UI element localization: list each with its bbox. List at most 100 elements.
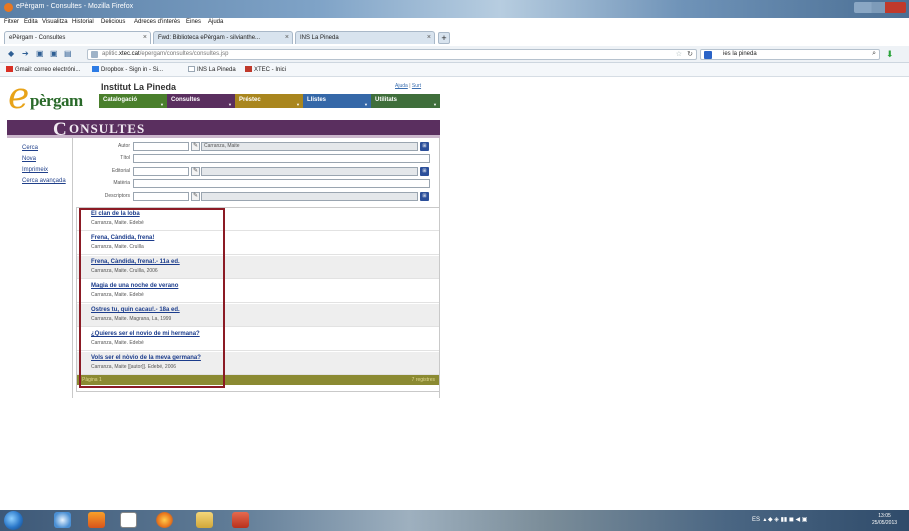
result-meta: Carranza, Maite. Cruïlla, 2006 — [91, 268, 158, 274]
autor-value[interactable]: Carranza, Maite — [201, 142, 418, 151]
side-nova[interactable]: Nova — [22, 156, 67, 163]
menu-visualitza[interactable]: Visualitza — [42, 19, 68, 25]
close-icon[interactable]: × — [143, 34, 147, 41]
side-menu: Cerca Nova Imprimeix Cerca avançada — [22, 145, 67, 189]
pencil-icon[interactable]: ✎ — [191, 192, 200, 201]
navigation-bar: ◆ ➔ ▣ ▣ ▤ aplitic.xtec.cat/epergam/consu… — [0, 46, 909, 63]
autor-input[interactable] — [133, 142, 189, 151]
language-indicator[interactable]: ES — [752, 517, 760, 523]
titol-input[interactable] — [133, 154, 430, 163]
url-text: aplitic.xtec.cat/epergam/consultes/consu… — [102, 51, 229, 57]
page-icon — [188, 66, 195, 72]
app-icon[interactable] — [120, 512, 137, 528]
lookup-icon[interactable]: ⊞ — [420, 192, 429, 201]
epergam-logo[interactable]: e pèrgam — [8, 76, 100, 117]
bookmark-icon[interactable]: ▣ — [50, 49, 58, 58]
back-icon[interactable]: ◆ — [8, 49, 14, 58]
search-bar[interactable]: ies la pineda ⌕ — [700, 49, 880, 60]
close-icon[interactable]: × — [285, 34, 289, 41]
home-icon[interactable]: ▣ — [36, 49, 44, 58]
main-nav: Catalogació ▼ Consultes ▼ Préstec ▼ Llistes… — [99, 94, 440, 108]
result-title[interactable]: Magia de una noche de verano — [91, 283, 178, 289]
result-meta: Carranza, Maite [[autor]]. Edebé, 2006 — [91, 364, 177, 370]
result-row: El clan de la loba Carranza, Maite. Edeb… — [77, 208, 439, 231]
result-meta: Carranza, Maite. Cruïlla — [91, 244, 144, 250]
autor-label: Autor — [118, 143, 130, 149]
star-icon[interactable]: ☆ — [676, 50, 682, 58]
editorial-value[interactable] — [201, 167, 418, 176]
tab-epergam[interactable]: ePèrgam - Consultes × — [4, 31, 151, 44]
result-row: Frena, Càndida, frena! Carranza, Maite. … — [77, 232, 439, 255]
lookup-icon[interactable]: ⊞ — [420, 167, 429, 176]
tab-ins-la-pineda[interactable]: INS La Pineda × — [295, 31, 435, 44]
menu-fitxer[interactable]: Fitxer — [4, 19, 19, 25]
address-bar[interactable]: aplitic.xtec.cat/epergam/consultes/consu… — [87, 49, 697, 60]
results-footer: Pàgina 1 7 registres — [77, 375, 439, 385]
vlc-icon[interactable] — [88, 512, 105, 528]
row-titol: Títol — [76, 154, 440, 163]
tab-label: INS La Pineda — [300, 35, 339, 41]
logout-link[interactable]: Surt — [412, 83, 421, 89]
reload-icon[interactable]: ↻ — [687, 50, 693, 58]
editorial-input[interactable] — [133, 167, 189, 176]
menu-historial[interactable]: Historial — [72, 19, 94, 25]
menu-edita[interactable]: Edita — [24, 19, 38, 25]
pencil-icon[interactable]: ✎ — [191, 167, 200, 176]
pencil-icon[interactable]: ✎ — [191, 142, 200, 151]
firefox-taskbar-icon[interactable] — [156, 512, 173, 528]
bookmark-ins-la-pineda[interactable]: INS La Pineda — [188, 66, 236, 73]
row-materia: Matèria — [76, 179, 440, 188]
result-meta: Carranza, Maite. Edebé — [91, 292, 144, 298]
bookmark-dropbox[interactable]: Dropbox - Sign in - Si... — [92, 66, 163, 73]
nav-catalogacio[interactable]: Catalogació ▼ — [99, 94, 167, 108]
forward-icon[interactable]: ➔ — [22, 49, 29, 58]
menu-eines[interactable]: Eines — [186, 19, 201, 25]
side-imprimeix[interactable]: Imprimeix — [22, 167, 67, 174]
tab-label: Fwd: Biblioteca ePèrgam - silvianthe... — [158, 35, 261, 41]
window-controls[interactable] — [854, 2, 906, 13]
descriptors-value[interactable] — [201, 192, 418, 201]
presentation-icon[interactable] — [232, 512, 249, 528]
result-row: Vols ser el nòvio de la meva germana? Ca… — [77, 352, 439, 375]
result-title[interactable]: ¿Quieres ser el novio de mi hermana? — [91, 331, 200, 337]
nav-consultes[interactable]: Consultes ▼ — [167, 94, 235, 108]
result-title[interactable]: Ostres tu, quin cacau!.- 18a ed. — [91, 307, 180, 313]
print-icon[interactable]: ▤ — [64, 49, 72, 58]
nav-prestec[interactable]: Préstec ▼ — [235, 94, 303, 108]
menu-delicious[interactable]: Delicious — [101, 19, 125, 25]
lookup-icon[interactable]: ⊞ — [420, 142, 429, 151]
search-input[interactable]: ies la pineda — [723, 51, 757, 57]
start-button[interactable] — [4, 511, 23, 530]
result-meta: Carranza, Maite. Edebé — [91, 220, 144, 226]
folder-icon[interactable] — [196, 512, 213, 528]
side-cerca[interactable]: Cerca — [22, 145, 67, 152]
tab-gmail[interactable]: Fwd: Biblioteca ePèrgam - silvianthe... … — [153, 31, 293, 44]
result-title[interactable]: El clan de la loba — [91, 211, 140, 217]
menu-adreces[interactable]: Adreces d'interès — [134, 19, 180, 25]
search-icon[interactable]: ⌕ — [872, 50, 876, 58]
ie-icon[interactable] — [54, 512, 71, 528]
close-icon[interactable]: × — [427, 34, 431, 41]
search-engine-icon[interactable] — [704, 51, 712, 59]
system-tray[interactable]: ES ▴ ◆ ◈ ▮▮ ◼ ◀ ▣ — [752, 516, 807, 523]
nav-utilitats[interactable]: Utilitats ▼ — [371, 94, 440, 108]
record-count: 7 registres — [411, 377, 435, 383]
result-title[interactable]: Vols ser el nòvio de la meva germana? — [91, 355, 201, 361]
tab-bar: ePèrgam - Consultes × Fwd: Biblioteca eP… — [0, 29, 909, 46]
clock[interactable]: 13:05 25/05/2013 — [872, 513, 897, 527]
download-icon[interactable]: ⬇ — [886, 49, 894, 60]
new-tab-button[interactable]: + — [438, 32, 450, 44]
result-title[interactable]: Frena, Càndida, frena! — [91, 235, 154, 241]
menu-ajuda[interactable]: Ajuda — [208, 19, 223, 25]
side-cerca-avancada[interactable]: Cerca avançada — [22, 178, 67, 185]
taskbar: ES ▴ ◆ ◈ ▮▮ ◼ ◀ ▣ 13:05 25/05/2013 — [0, 510, 909, 531]
bookmark-gmail[interactable]: Gmail: correo electróni... — [6, 66, 80, 73]
help-link[interactable]: Ajuda — [395, 83, 408, 89]
nav-llistes[interactable]: Llistes ▼ — [303, 94, 371, 108]
window-titlebar: ePèrgam - Consultes - Mozilla Firefox — [0, 0, 909, 18]
bookmark-xtec[interactable]: XTEC - Inici — [245, 66, 286, 73]
result-title[interactable]: Frena, Càndida, frena!.- 11a ed. — [91, 259, 180, 265]
materia-input[interactable] — [133, 179, 430, 188]
materia-label: Matèria — [113, 180, 130, 186]
descriptors-input[interactable] — [133, 192, 189, 201]
